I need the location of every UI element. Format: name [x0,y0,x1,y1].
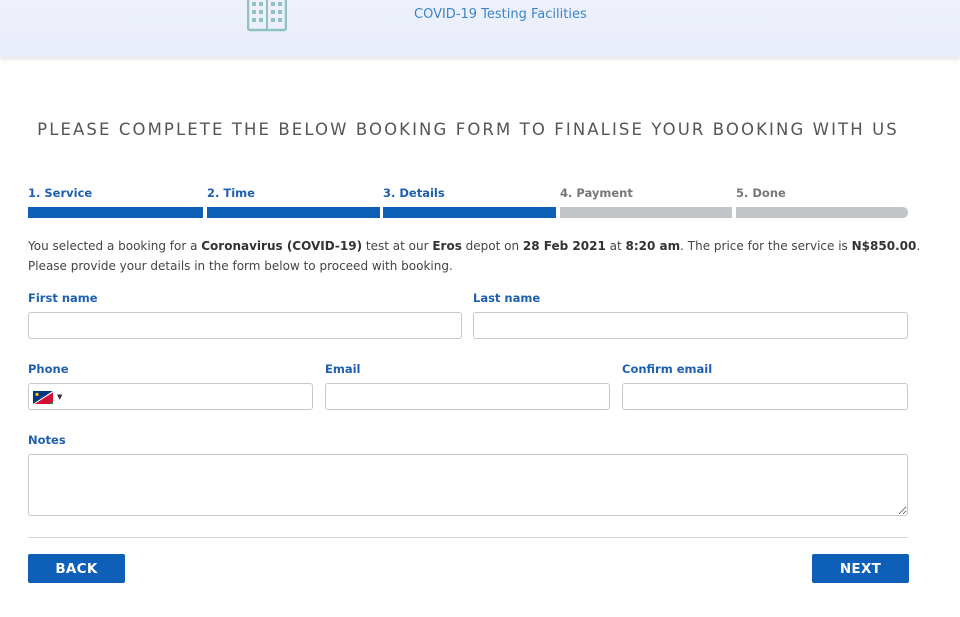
last-name-input[interactable] [473,312,908,339]
depot-name: Eros [432,239,462,253]
step-bar [28,207,203,218]
step-label: 1. Service [28,186,93,200]
namibia-flag-icon [33,390,53,404]
confirm-email-input[interactable] [622,383,908,410]
booking-steps: 1. Service 2. Time 3. Details 4. Payment… [28,186,908,220]
first-name-input[interactable] [28,312,462,339]
step-bar [383,207,556,218]
step-bar [560,207,732,218]
email-input[interactable] [325,383,610,410]
booking-date: 28 Feb 2021 [522,239,606,253]
top-header: COVID-19 Testing Facilities [0,0,960,57]
step-label: 5. Done [736,186,786,200]
step-bar [736,207,908,218]
confirm-email-label: Confirm email [622,362,713,376]
email-label: Email [325,362,361,376]
building-icon [247,0,287,32]
chevron-down-icon: ▼ [57,393,63,401]
booking-summary: You selected a booking for a Coronavirus… [28,236,928,276]
divider [28,537,908,538]
site-title[interactable]: COVID-19 Testing Facilities [414,7,587,22]
service-price: N$850.00 [851,239,917,253]
instructions-line: Please provide your details in the form … [28,259,453,273]
step-label: 2. Time [207,186,255,200]
first-name-label: First name [28,291,98,305]
notes-label: Notes [28,433,66,447]
phone-label: Phone [28,362,69,376]
step-label: 4. Payment [560,186,633,200]
notes-textarea[interactable] [28,454,908,516]
last-name-label: Last name [473,291,541,305]
page-heading: PLEASE COMPLETE THE BELOW BOOKING FORM T… [37,120,899,139]
phone-country-select[interactable]: ▼ [33,390,65,404]
phone-input[interactable] [28,383,313,410]
back-button[interactable]: BACK [28,554,125,583]
booking-time: 8:20 am [625,239,681,253]
step-label: 3. Details [383,186,445,200]
booking-summary-line: You selected a booking for a Coronavirus… [28,239,921,253]
service-name: Coronavirus (COVID-19) [201,239,363,253]
step-bar [207,207,380,218]
next-button[interactable]: NEXT [812,554,909,583]
